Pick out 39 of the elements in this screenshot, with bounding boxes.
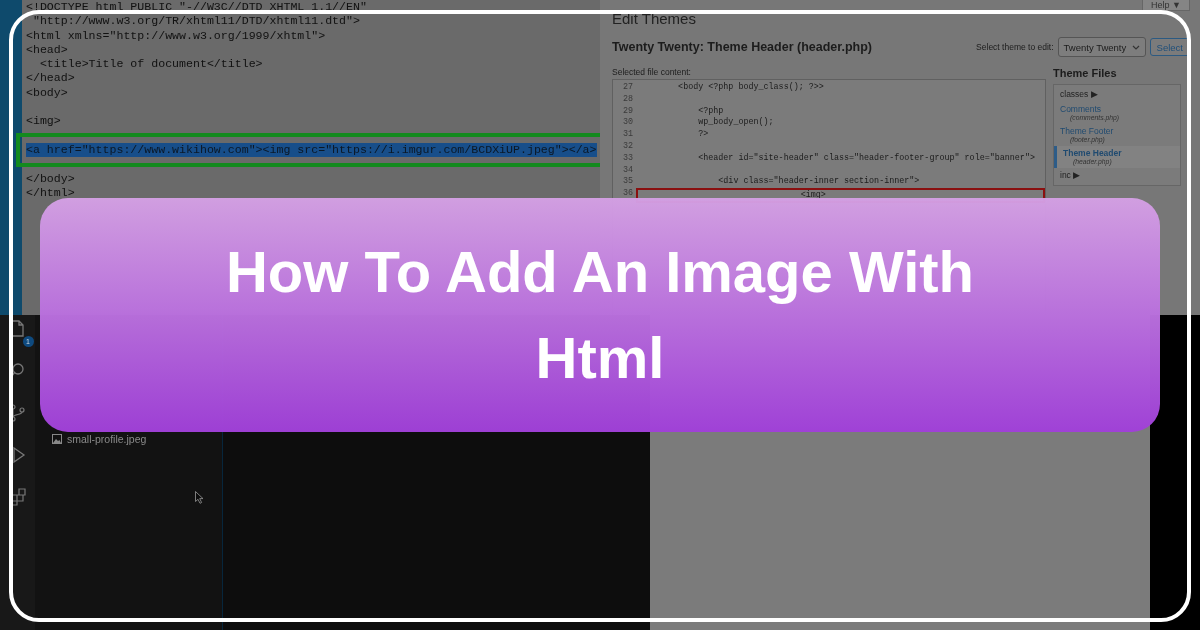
code-line: <!DOCTYPE html PUBLIC "-//W3C//DTD XHTML 1.1//EN" [26,0,367,15]
theme-select[interactable]: Twenty Twenty [1057,37,1146,57]
code-line: <title>Title of document</title> [38,57,263,72]
file-name[interactable]: small-profile.jpeg [67,433,147,445]
select-button[interactable]: Select [1149,38,1190,56]
files-heading: Theme Files [1053,67,1118,81]
mouse-cursor-icon [195,491,204,504]
select-label: Select theme to edit: [976,42,1054,52]
line-number: 31 [621,129,633,141]
banner-title: How To Add An Image With Html [225,238,975,392]
line-number: 34 [621,164,633,177]
help-button[interactable]: Help ▼ [1142,0,1190,11]
code-line: </body> [26,171,75,186]
code-line: ?> [697,129,710,141]
code-line: <head> [26,42,68,58]
code-line: <?php [697,105,725,117]
file-title: Twenty Twenty: Theme Header (header.php) [612,40,873,54]
code-line: </head> [26,71,75,86]
folder-item[interactable]: inc ▶ [1054,168,1180,183]
folder-item[interactable]: classes ▶ [1054,87,1180,102]
code-line: <div class="header-inner section-inner"> [717,176,921,189]
chevron-icon [1131,44,1140,50]
image-file-icon [52,434,62,444]
code-line: <body> [26,85,68,101]
page-heading: Edit Themes [612,10,697,27]
line-number: 27 [621,82,633,94]
code-line: <img> [26,114,61,129]
code-line: wp_body_open(); [697,117,775,130]
code-line: <body <?php body_class(); ?>> [677,82,825,94]
line-number: 32 [621,141,633,153]
code-line: <header id="site-header" class="header-footer-group" role="banner"> [697,152,1036,165]
line-number: 30 [621,117,633,130]
content-label: Selected file content: [612,67,691,77]
code-line: <html xmlns="http://www.w3.org/1999/xhtml"> [26,28,326,43]
line-number: 35 [621,176,633,189]
code-line: "http://www.w3.org/TR/xhtml11/DTD/xhtml11.dtd"> [31,14,360,29]
line-number: 29 [621,105,633,118]
code-line: </html> [26,185,75,201]
line-number: 28 [621,93,633,106]
